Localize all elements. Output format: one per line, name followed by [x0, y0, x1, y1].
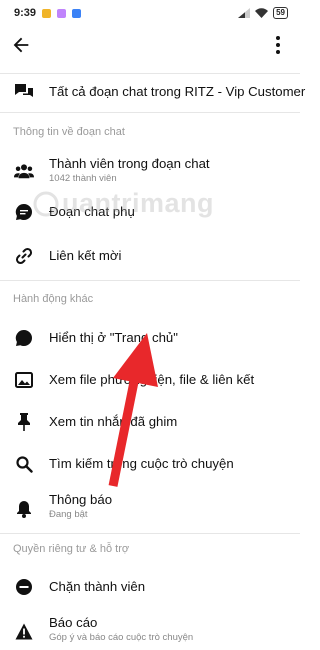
section-title-privacy-support: Quyền riêng tư & hỗ trợ: [13, 543, 130, 555]
pinned-messages-label: Xem tin nhắn đã ghim: [49, 414, 178, 429]
notification-app-icon: [42, 8, 52, 18]
arrow-left-icon[interactable]: [10, 34, 32, 56]
pinned-messages-item[interactable]: Xem tin nhắn đã ghim: [0, 410, 300, 434]
search-icon: [14, 454, 34, 474]
search-conversation-label: Tìm kiếm trong cuộc trò chuyện: [49, 456, 234, 471]
all-chats-item[interactable]: Tất cả đoạn chat trong RITZ - Vip Custom…: [0, 80, 305, 104]
status-left: 9:39: [14, 7, 82, 19]
watermark-text: uantrimang: [62, 188, 215, 218]
show-on-home-label: Hiển thị ở "Trang chủ": [49, 330, 178, 345]
status-right: 59: [238, 7, 288, 19]
divider: [0, 112, 300, 113]
notification-app-icon: [72, 8, 82, 18]
notifications-text: Thông báo Đang bật: [49, 492, 112, 520]
invite-link-item[interactable]: Liên kết mời: [0, 244, 300, 268]
notifications-item[interactable]: Thông báo Đang bật: [0, 490, 300, 524]
block-members-label: Chặn thành viên: [49, 579, 146, 594]
battery-icon: 59: [273, 7, 288, 19]
image-icon: [14, 370, 34, 390]
view-media-label: Xem file phương tiện, file & liên kết: [49, 372, 255, 387]
notifications-label: Thông báo: [49, 492, 113, 507]
chat-bubble-icon: [14, 328, 34, 348]
bell-icon: [14, 499, 34, 519]
chat-bubbles-icon: [14, 82, 34, 102]
members-label: Thành viên trong đoạn chat: [49, 156, 210, 171]
status-time: 9:39: [14, 7, 37, 19]
all-chats-label: Tất cả đoạn chat trong RITZ - Vip Custom…: [49, 84, 306, 99]
notification-app-icon: [57, 8, 67, 18]
report-label: Báo cáo: [49, 615, 98, 630]
section-title-other-actions: Hành động khác: [13, 293, 94, 305]
report-description: Góp ý và báo cáo cuộc trò chuyện: [49, 632, 194, 643]
report-text: Báo cáo Góp ý và báo cáo cuộc trò chuyện: [49, 615, 193, 643]
divider: [0, 73, 300, 74]
members-count: 1042 thành viên: [49, 173, 117, 184]
app-bar: [0, 26, 300, 66]
people-icon: [14, 161, 34, 181]
more-vertical-icon[interactable]: [274, 34, 282, 56]
status-bar: 9:39 59: [0, 0, 300, 26]
view-media-item[interactable]: Xem file phương tiện, file & liên kết: [0, 368, 300, 392]
divider: [0, 533, 300, 534]
notifications-status: Đang bật: [49, 509, 88, 520]
watermark-logo: [33, 191, 59, 216]
divider: [0, 280, 300, 281]
block-icon: [14, 577, 34, 597]
invite-link-label: Liên kết mời: [49, 248, 122, 263]
warning-icon: [14, 621, 34, 641]
report-item[interactable]: Báo cáo Góp ý và báo cáo cuộc trò chuyện: [0, 614, 300, 648]
members-item[interactable]: Thành viên trong đoạn chat 1042 thành vi…: [0, 154, 300, 188]
watermark: uantrimang: [33, 188, 214, 219]
section-title-chat-info: Thông tin về đoạn chat: [13, 126, 125, 138]
search-conversation-item[interactable]: Tìm kiếm trong cuộc trò chuyện: [0, 452, 300, 476]
wifi-icon: [255, 8, 269, 18]
chat-thread-icon: [14, 202, 34, 222]
block-members-item[interactable]: Chặn thành viên: [0, 575, 300, 599]
signal-icon: [238, 8, 251, 18]
link-icon: [14, 246, 34, 266]
show-on-home-item[interactable]: Hiển thị ở "Trang chủ": [0, 326, 300, 350]
pin-icon: [14, 412, 34, 432]
members-text: Thành viên trong đoạn chat 1042 thành vi…: [49, 156, 210, 184]
